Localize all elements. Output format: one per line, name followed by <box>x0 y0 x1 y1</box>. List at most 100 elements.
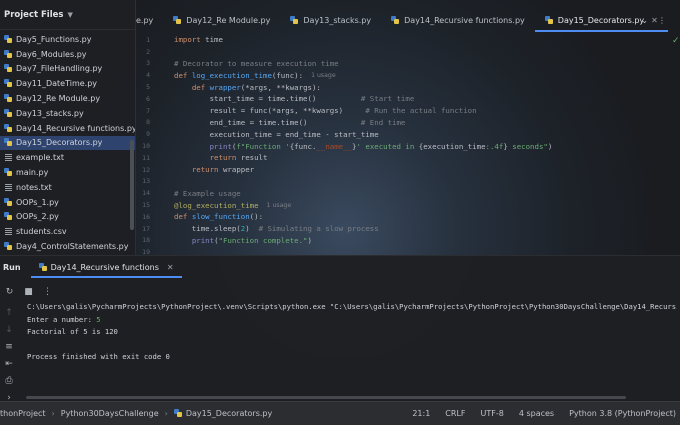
code-line[interactable]: 2 <box>136 46 174 58</box>
code-text[interactable]: start_time = time.time() # Start time <box>174 94 415 103</box>
console-text: Factorial of 5 is 120 <box>27 327 118 337</box>
project-file-item[interactable]: Day14_Recursive functions.py <box>0 121 135 136</box>
code-text[interactable]: def slow_function(): <box>174 212 263 221</box>
project-file-item[interactable]: notes.txt <box>0 180 135 195</box>
rerun-icon[interactable]: ↻ <box>0 283 19 300</box>
project-scrollbar[interactable] <box>130 140 134 230</box>
chevron-down-icon[interactable]: ⌄ <box>641 16 648 25</box>
line-number: 3 <box>146 59 150 68</box>
project-file-item[interactable]: example.txt <box>0 150 135 165</box>
code-line[interactable]: 7 result = func(*args, **kwargs) # Run t… <box>136 105 477 117</box>
project-file-label: Day4_ControlStatements.py <box>16 242 129 252</box>
project-file-item[interactable]: Day12_Re Module.py <box>0 91 135 106</box>
arrow-up-icon[interactable]: ↑ <box>0 304 18 321</box>
code-line[interactable]: 6 start_time = time.time() # Start time <box>136 93 414 105</box>
chevron-down-icon[interactable]: ▼ <box>67 11 72 19</box>
project-file-item[interactable]: OOPs_2.py <box>0 210 135 225</box>
close-icon[interactable]: ✕ <box>167 263 174 272</box>
tabs-actions: ⌄ ⋮ <box>641 8 666 32</box>
scroll-to-end-icon[interactable]: ⇤ <box>0 355 18 372</box>
more-options-icon[interactable]: ⋮ <box>38 283 57 300</box>
project-file-item[interactable]: main.py <box>0 165 135 180</box>
editor-tab-label: e.py <box>136 15 154 25</box>
code-text[interactable]: @log_execution_time <box>174 201 259 210</box>
code-text[interactable]: import time <box>174 35 223 44</box>
code-line[interactable]: 9 execution_time = end_time - start_time <box>136 128 379 140</box>
project-file-item[interactable]: Day4_ControlStatements.py <box>0 239 135 254</box>
breadcrumb-item[interactable]: Day15_Decorators.py <box>186 409 272 418</box>
breadcrumb-item[interactable]: Python30DaysChallenge <box>61 409 159 418</box>
editor-tab[interactable]: Day14_Recursive functions.py <box>381 8 535 32</box>
code-text[interactable]: def wrapper(*args, **kwargs): <box>174 83 321 92</box>
editor-tab[interactable]: e.py <box>136 8 163 32</box>
code-line[interactable]: 11 return result <box>136 152 267 164</box>
code-text[interactable]: time.sleep(2) # Simulating a slow proces… <box>174 224 379 233</box>
code-text[interactable]: return result <box>174 153 268 162</box>
code-line[interactable]: 3 # Decorator to measure execution time <box>136 58 339 70</box>
code-text[interactable]: print("Function complete.") <box>174 236 312 245</box>
usage-hint[interactable]: 1 usage <box>267 202 292 209</box>
run-panel-title: Run <box>3 262 21 272</box>
project-file-item[interactable]: Day6_Modules.py <box>0 47 135 62</box>
code-line[interactable]: 18 print("Function complete.") <box>136 235 312 247</box>
code-line[interactable]: 14 # Example usage <box>136 187 241 199</box>
code-line[interactable]: 15 @log_execution_time 1 usage <box>136 199 291 211</box>
code-line[interactable]: 13 <box>136 176 174 188</box>
python-interpreter[interactable]: Python 3.8 (PythonProject) <box>569 409 676 418</box>
more-options-icon[interactable]: ⋮ <box>658 16 666 25</box>
print-icon[interactable]: ⎙ <box>0 372 18 389</box>
console-horizontal-scrollbar[interactable] <box>26 396 626 399</box>
code-text[interactable]: return wrapper <box>174 165 254 174</box>
editor-tab-label: Day12_Re Module.py <box>186 15 271 25</box>
code-text[interactable]: execution_time = end_time - start_time <box>174 130 379 139</box>
run-tab[interactable]: Day14_Recursive functions ✕ <box>30 256 182 278</box>
code-line[interactable]: 16 def slow_function(): <box>136 211 263 223</box>
line-number: 18 <box>142 236 150 245</box>
python-file-icon <box>4 64 13 73</box>
code-text[interactable]: result = func(*args, **kwargs) # Run the… <box>174 106 477 115</box>
text-file-icon <box>4 153 13 162</box>
code-line[interactable]: 5 def wrapper(*args, **kwargs): <box>136 81 321 93</box>
line-separator[interactable]: CRLF <box>445 409 465 418</box>
editor-tab[interactable]: Day12_Re Module.py <box>163 8 280 32</box>
project-file-item[interactable]: students.csv <box>0 224 135 239</box>
code-line[interactable]: 1 import time <box>136 34 223 46</box>
code-text[interactable]: def log_execution_time(func): <box>174 71 303 80</box>
line-number: 5 <box>146 83 150 92</box>
console-line: Enter a number: 5 <box>27 315 677 328</box>
code-text[interactable]: end_time = time.time() # End time <box>174 118 406 127</box>
breadcrumb-item[interactable]: thonProject <box>0 409 46 418</box>
project-file-item[interactable]: Day13_stacks.py <box>0 106 135 121</box>
project-file-item[interactable]: Day11_DateTime.py <box>0 76 135 91</box>
code-line[interactable]: 17 time.sleep(2) # Simulating a slow pro… <box>136 223 379 235</box>
code-text[interactable]: # Example usage <box>174 189 241 198</box>
project-file-item[interactable]: Day7_FileHandling.py <box>0 62 135 77</box>
code-text[interactable]: print(f"Function '{func.__name__}' execu… <box>174 142 553 151</box>
code-line[interactable]: 10 print(f"Function '{func.__name__}' ex… <box>136 140 552 152</box>
code-line[interactable]: 12 return wrapper <box>136 164 254 176</box>
line-number: 4 <box>146 71 150 80</box>
code-editor[interactable]: 1 import time 2 3 # Decorator to measure exe… <box>136 32 680 256</box>
code-line[interactable]: 8 end_time = time.time() # End time <box>136 117 405 129</box>
python-file-icon <box>173 409 183 418</box>
usage-hint[interactable]: 1 usage <box>311 72 336 79</box>
soft-wrap-icon[interactable]: ≡ <box>0 338 18 355</box>
arrow-down-icon[interactable]: ↓ <box>0 321 18 338</box>
python-file-icon <box>4 49 13 59</box>
editor-tab-label: Day13_stacks.py <box>303 15 372 25</box>
project-file-item[interactable]: OOPs_1.py <box>0 195 135 210</box>
run-console[interactable]: C:\Users\galis\PycharmProjects\PythonPro… <box>27 302 677 365</box>
code-text[interactable]: # Decorator to measure execution time <box>174 59 339 68</box>
project-file-item[interactable]: Day5_Functions.py <box>0 32 135 47</box>
line-number: 13 <box>142 177 150 186</box>
project-file-label: Day15_Decorators.py <box>16 138 103 148</box>
editor-tab[interactable]: Day13_stacks.py <box>280 8 381 32</box>
project-file-item[interactable]: Day15_Decorators.py <box>0 135 135 151</box>
indent-setting[interactable]: 4 spaces <box>519 409 554 418</box>
stop-icon[interactable]: ■ <box>19 283 38 300</box>
file-encoding[interactable]: UTF-8 <box>481 409 504 418</box>
status-bar: thonProject › Python30DaysChallenge › Day15_… <box>0 401 680 425</box>
cursor-position[interactable]: 21:1 <box>412 409 430 418</box>
project-panel-header[interactable]: Project Files ▼ <box>0 0 135 30</box>
code-line[interactable]: 4 def log_execution_time(func): 1 usage <box>136 69 336 81</box>
